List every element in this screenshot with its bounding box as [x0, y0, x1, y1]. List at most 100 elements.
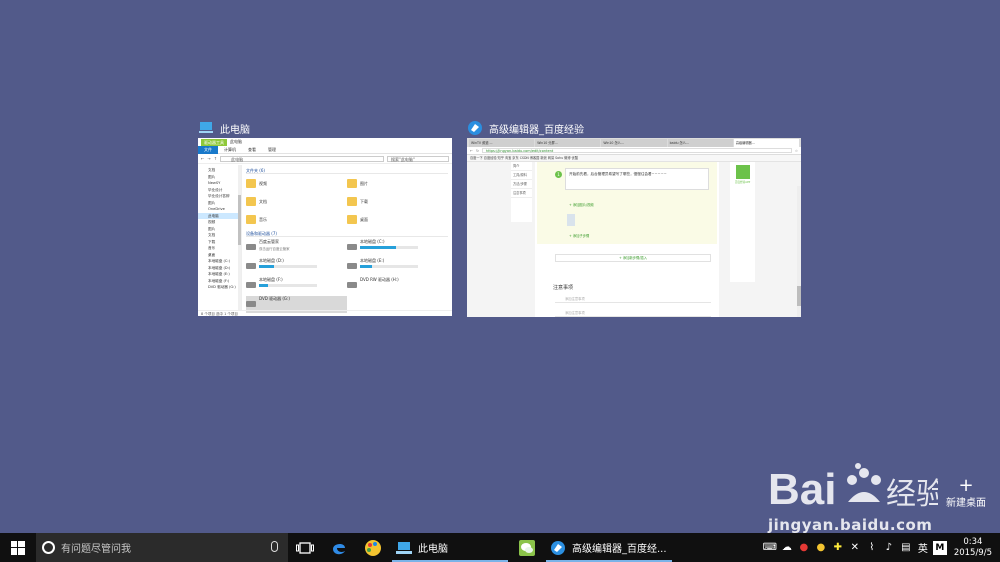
editor-step: 1 开始前先看，后台管理员希望写了哪些，慢慢往会看~~~~~ + 添加图片/视频…	[537, 162, 717, 244]
system-tray: ⌨ ☁ ● ● ✚ ✕ ⌇ ♪ ▤ 英 M 0:34 2015/9/5	[763, 533, 1000, 562]
drive-item[interactable]: 百度云管家 双击运行百度云管家	[246, 239, 347, 256]
nav-item[interactable]: DVD 驱动器 (G:)	[198, 284, 241, 291]
taskbar-app-paint[interactable]	[356, 533, 390, 562]
taskbar-app-label: 高级编辑器_百度经...	[572, 544, 667, 555]
side-menu-item[interactable]: 方法/步骤	[511, 180, 532, 189]
image-thumbnail[interactable]	[567, 214, 575, 226]
ribbon-tab-manage[interactable]: 管理	[262, 147, 282, 153]
editor-thumbnail[interactable]: WinTV 频道 ... Win10 分屏... Win10 怎么... bai…	[467, 138, 801, 317]
folders-group-header[interactable]: 文件夹 (6)	[246, 167, 448, 174]
ribbon-tab-file[interactable]: 文件	[198, 145, 218, 154]
window-card-title[interactable]: 此电脑	[198, 118, 452, 138]
microphone-icon[interactable]	[271, 541, 278, 552]
taskbar-app-explorer[interactable]: 此电脑	[390, 533, 510, 562]
page-scrollbar[interactable]	[797, 186, 801, 317]
back-arrow-icon[interactable]: ←	[201, 156, 204, 161]
keyboard-icon[interactable]: ⌨	[763, 541, 777, 555]
ribbon-context-sub: 此电脑	[230, 139, 242, 144]
add-substep-link[interactable]: + 添加子步骤	[569, 233, 589, 238]
browser-tab[interactable]: Win10 怎么...	[601, 139, 667, 147]
antivirus-icon[interactable]: ●	[797, 541, 811, 555]
forward-arrow-icon[interactable]: →	[207, 156, 210, 161]
new-desktop-button[interactable]: + 新建桌面	[936, 477, 996, 510]
ime-mode-icon[interactable]: M	[932, 540, 947, 555]
refresh-icon[interactable]: ↻	[476, 149, 479, 153]
window-card-editor[interactable]: 高级编辑器_百度经验 WinTV 频道 ... Win10 分屏... Win1…	[467, 118, 801, 317]
devices-group-header[interactable]: 设备和驱动器 (7)	[246, 230, 448, 237]
notification-icon[interactable]: ▤	[899, 541, 913, 555]
watermark-url: jingyan.baidu.com	[768, 516, 933, 534]
network-icon[interactable]: ⌇	[865, 541, 879, 555]
add-image-link[interactable]: + 添加图片/视频	[569, 202, 594, 207]
drive-item[interactable]: DVD RW 驱动器 (H:)	[347, 277, 448, 294]
side-menu-item[interactable]: 简介	[511, 162, 532, 171]
palette-icon	[365, 539, 381, 556]
search-placeholder: 有问题尽管问我	[61, 544, 131, 555]
taskbar-app-edge[interactable]	[322, 533, 356, 562]
taskbar-app-wechat[interactable]	[510, 533, 544, 562]
window-title-editor: 高级编辑器_百度经验	[489, 124, 584, 136]
new-desktop-label: 新建桌面	[946, 498, 986, 509]
clock[interactable]: 0:34 2015/9/5	[954, 537, 992, 559]
window-card-explorer[interactable]: 此电脑 驱动器工具 此电脑 文件 计算机 查看 管理 ← → ↑ 此电脑 搜索"…	[198, 118, 452, 316]
notes-title: 注意事项	[553, 285, 574, 291]
drive-text: 本地磁盘 (D:)	[259, 258, 317, 268]
back-arrow-icon[interactable]: ←	[470, 149, 473, 153]
browser-tab-active[interactable]: 高级编辑器...	[733, 139, 800, 147]
ribbon-context-tab[interactable]: 驱动器工具	[201, 138, 227, 146]
editor-main: 1 开始前先看，后台管理员希望写了哪些，慢慢往会看~~~~~ + 添加图片/视频…	[535, 162, 719, 317]
step-textarea[interactable]: 开始前先看，后台管理员希望写了哪些，慢慢往会看~~~~~	[565, 168, 709, 190]
status-bar: 8 个项目 选中 1 个项目	[198, 310, 452, 316]
folder-item[interactable]: 音乐	[246, 212, 347, 227]
url-bar[interactable]: https://jingyan.baidu.com/edit/content	[481, 148, 792, 153]
volume-icon[interactable]: ♪	[882, 541, 896, 555]
cortana-search-box[interactable]: 有问题尽管问我	[36, 533, 288, 562]
drive-item[interactable]: 本地磁盘 (E:)	[347, 258, 448, 275]
browser-tab[interactable]: Win10 分屏...	[535, 139, 601, 147]
drive-item[interactable]: 本地磁盘 (D:)	[246, 258, 347, 275]
explorer-body: 文档 图片 NewSY 毕业设计 毕业设计答辩 图片 OneDrive 此电脑 …	[198, 165, 452, 313]
note-input[interactable]: 添加注意事项	[555, 310, 711, 317]
drive-item[interactable]: 本地磁盘 (C:)	[347, 239, 448, 256]
ribbon-tab-view[interactable]: 查看	[242, 147, 262, 153]
drive-text: 本地磁盘 (F:)	[259, 277, 317, 287]
folder-item[interactable]: 下载	[347, 194, 448, 209]
cloud-icon[interactable]: ☁	[780, 541, 794, 555]
drive-icon	[246, 244, 256, 250]
side-menu-item[interactable]: 工具/原料	[511, 171, 532, 180]
folder-item[interactable]: 文档	[246, 194, 347, 209]
side-menu-item[interactable]: 注意事项	[511, 189, 532, 198]
search-box[interactable]: 搜索"此电脑"	[387, 155, 449, 162]
note-input[interactable]: 添加注意事项	[555, 296, 711, 303]
drive-usage-bar	[259, 284, 317, 287]
drive-item[interactable]: 本地磁盘 (F:)	[246, 277, 347, 294]
window-card-title[interactable]: 高级编辑器_百度经验	[467, 118, 801, 138]
drive-usage-bar	[360, 246, 418, 249]
folder-icon	[246, 215, 256, 224]
star-icon[interactable]: ☆	[795, 149, 798, 153]
address-bar[interactable]: 此电脑	[220, 155, 384, 162]
edge-icon	[333, 543, 345, 554]
baidu-logo-icon: Bai 经验	[768, 463, 946, 514]
browser-tab[interactable]: WinTV 频道 ...	[469, 139, 535, 147]
browser-icon	[551, 540, 565, 555]
up-arrow-icon[interactable]: ↑	[214, 156, 217, 161]
task-view-button[interactable]	[288, 533, 322, 562]
speaker-muted-icon[interactable]: ✕	[848, 541, 862, 555]
plus-badge-icon[interactable]: ✚	[831, 541, 845, 555]
drive-label: DVD 驱动器 (G:)	[259, 296, 290, 301]
explorer-thumbnail[interactable]: 驱动器工具 此电脑 文件 计算机 查看 管理 ← → ↑ 此电脑 搜索"此电脑"…	[198, 138, 452, 316]
add-step-button[interactable]: + 添加新步骤/插入	[555, 254, 711, 262]
browser-tab[interactable]: baidu 怎么...	[667, 139, 733, 147]
taskbar-app-browser[interactable]: 高级编辑器_百度经...	[544, 533, 674, 562]
bookmarks-bar[interactable]: 百度一下 百度经验 知乎 淘宝 京东 CSDN 博客园 新浪 网易 Sohu 微…	[467, 155, 801, 162]
nav-scrollbar[interactable]	[238, 165, 241, 310]
folder-item[interactable]: 图片	[347, 176, 448, 191]
ime-indicator[interactable]: 英	[916, 541, 930, 555]
start-button[interactable]	[0, 533, 36, 562]
drives-grid: 百度云管家 双击运行百度云管家 本地磁盘 (C:) 本地磁盘 (D:) 本地磁盘 (E:…	[246, 239, 448, 313]
folder-item[interactable]: 视频	[246, 176, 347, 191]
folder-item[interactable]: 桌面	[347, 212, 448, 227]
ribbon-tab-computer[interactable]: 计算机	[218, 147, 242, 153]
emoji-app-icon[interactable]: ●	[814, 541, 828, 555]
